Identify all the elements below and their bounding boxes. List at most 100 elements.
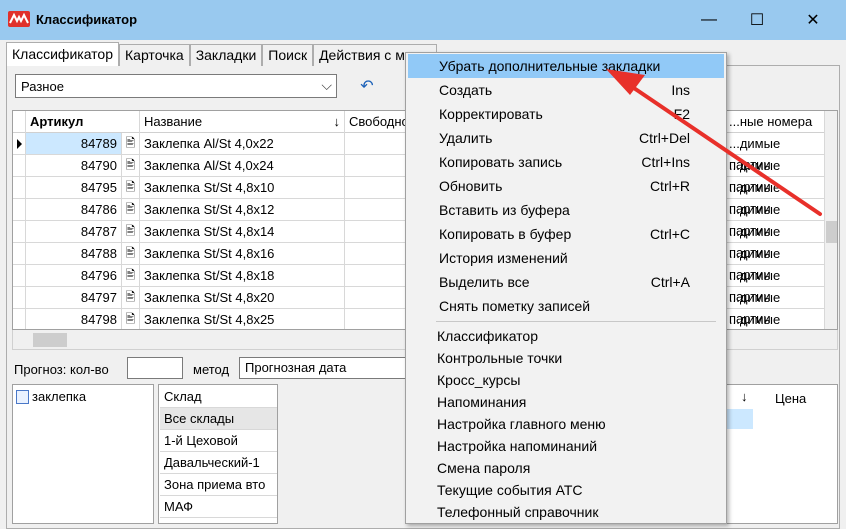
menu-item-paste[interactable]: Вставить из буфера	[408, 198, 724, 222]
scrollbar-thumb[interactable]	[33, 333, 67, 347]
menu-item-label: Обновить	[439, 178, 503, 194]
scrollbar-thumb[interactable]	[826, 221, 837, 243]
list-item[interactable]: МАФ	[160, 496, 277, 518]
menu-item-reminders[interactable]: Напоминания	[408, 390, 724, 414]
menu-item-main-menu-settings[interactable]: Настройка главного меню	[408, 412, 724, 436]
row-indicator	[13, 265, 26, 287]
name-cell: Заклепка St/St 4,8x14	[140, 221, 345, 243]
article-cell: 84787	[26, 221, 122, 243]
menu-item-reminder-settings[interactable]: Настройка напоминаний	[408, 434, 724, 458]
name-cell: Заклепка Al/St 4,0x24	[140, 155, 345, 177]
method-select[interactable]: Прогнозная дата	[239, 357, 409, 379]
column-header-article[interactable]: Артикул	[26, 111, 140, 133]
document-icon: 🖹	[122, 133, 140, 155]
menu-item-pbx-events[interactable]: Текущие события АТС	[408, 478, 724, 502]
menu-item-copy-record[interactable]: Копировать запись Ctrl+Ins	[408, 150, 724, 174]
menu-item-phone-directory[interactable]: Телефонный справочник	[408, 500, 724, 524]
document-icon: 🖹	[122, 199, 140, 221]
batches-cell: ...димые партии	[725, 177, 825, 216]
forecast-qty-input[interactable]	[127, 357, 183, 379]
menu-item-copy-to-clipboard[interactable]: Копировать в буфер Ctrl+C	[408, 222, 724, 246]
article-cell: 84795	[26, 177, 122, 199]
maximize-button[interactable]: ☐	[734, 0, 780, 40]
column-header-name[interactable]: Название ↓	[140, 111, 345, 133]
menu-item-label: Настройка напоминаний	[437, 438, 598, 454]
document-icon: 🖹	[122, 309, 140, 329]
menu-item-select-all[interactable]: Выделить все Ctrl+A	[408, 270, 724, 294]
warehouse-header: Склад	[160, 386, 277, 408]
tab-search[interactable]: Поиск	[262, 44, 314, 66]
menu-item-change-password[interactable]: Смена пароля	[408, 456, 724, 480]
tab-bookmarks[interactable]: Закладки	[189, 44, 263, 66]
row-indicator	[13, 221, 26, 243]
menu-item-label: Убрать дополнительные закладки	[439, 58, 661, 74]
name-cell: Заклепка St/St 4,8x16	[140, 243, 345, 265]
tab-classifier[interactable]: Классификатор	[6, 42, 120, 66]
list-item[interactable]: Давальческий-1	[160, 452, 277, 474]
menu-item-cross-rates[interactable]: Кросс_курсы	[408, 368, 724, 392]
menu-item-label: Классификатор	[437, 328, 539, 344]
row-indicator	[13, 243, 26, 265]
menu-item-label: Снять пометку записей	[439, 298, 591, 314]
menu-item-shortcut: Ins	[671, 82, 690, 98]
method-label: метод	[193, 362, 230, 377]
current-row-marker	[13, 133, 26, 155]
article-cell: 84788	[26, 243, 122, 265]
group-select[interactable]: Разное ⌵	[15, 74, 337, 98]
menu-item-label: Телефонный справочник	[437, 504, 599, 520]
category-tree: заклепка	[12, 384, 154, 524]
menu-item-unmark-records[interactable]: Снять пометку записей	[408, 294, 724, 318]
menu-item-remove-extra-bookmarks[interactable]: Убрать дополнительные закладки	[408, 54, 724, 78]
batches-cell: ...димые партии	[725, 287, 825, 326]
row-indicator	[13, 287, 26, 309]
document-icon: 🖹	[122, 177, 140, 199]
minimize-button[interactable]: —	[686, 0, 732, 40]
menu-item-delete[interactable]: Удалить Ctrl+Del	[408, 126, 724, 150]
price-panel: ↓ Цена	[720, 384, 838, 524]
indicator-header	[13, 111, 26, 133]
chevron-down-icon: ⌵	[321, 77, 332, 93]
row-indicator	[13, 177, 26, 199]
document-icon: 🖹	[122, 243, 140, 265]
menu-item-classifier[interactable]: Классификатор	[408, 324, 724, 348]
article-cell: 84786	[26, 199, 122, 221]
list-item[interactable]: 1-й Цеховой	[160, 430, 277, 452]
menu-item-label: Кросс_курсы	[437, 372, 521, 388]
batches-cell: ...димые партии	[725, 309, 825, 329]
menu-item-create[interactable]: Создать Ins	[408, 78, 724, 102]
context-menu: Убрать дополнительные закладки Создать I…	[405, 52, 727, 524]
column-header-price[interactable]: Цена	[775, 391, 806, 406]
article-cell: 84797	[26, 287, 122, 309]
name-cell: Заклепка St/St 4,8x18	[140, 265, 345, 287]
document-icon: 🖹	[122, 155, 140, 177]
grid-vertical-scrollbar[interactable]	[825, 111, 837, 329]
column-header-numbers[interactable]: ...ные номера	[725, 111, 825, 133]
row-indicator	[13, 199, 26, 221]
menu-item-label: Корректировать	[439, 106, 543, 122]
menu-item-history[interactable]: История изменений	[408, 246, 724, 270]
name-cell: Заклепка St/St 4,8x20	[140, 287, 345, 309]
row-indicator	[13, 309, 26, 329]
name-cell: Заклепка Al/St 4,0x22	[140, 133, 345, 155]
batches-cell: ...димые партии	[725, 199, 825, 238]
document-icon: 🖹	[122, 221, 140, 243]
menu-item-label: Выделить все	[439, 274, 530, 290]
sort-arrow-icon: ↓	[333, 114, 341, 129]
tree-item[interactable]: заклепка	[16, 389, 86, 404]
tab-card[interactable]: Карточка	[119, 44, 190, 66]
forecast-qty-label: Прогноз: кол-во	[14, 362, 109, 377]
close-button[interactable]: ✕	[790, 0, 836, 40]
menu-item-checkpoints[interactable]: Контрольные точки	[408, 346, 724, 370]
menu-item-edit[interactable]: Корректировать F2	[408, 102, 724, 126]
menu-item-refresh[interactable]: Обновить Ctrl+R	[408, 174, 724, 198]
group-select-value: Разное	[21, 79, 64, 94]
tab-strip: Классификатор Карточка Закладки Поиск Де…	[6, 42, 437, 66]
list-item[interactable]: Зона приема вто	[160, 474, 277, 496]
undo-icon[interactable]: ↶	[355, 76, 379, 98]
menu-item-shortcut: Ctrl+R	[649, 178, 690, 194]
menu-item-label: Копировать в буфер	[439, 226, 572, 242]
menu-item-label: История изменений	[439, 250, 568, 266]
document-icon: 🖹	[122, 287, 140, 309]
list-item[interactable]: Все склады	[160, 408, 277, 430]
batches-cell: ...димые партии	[725, 133, 825, 172]
